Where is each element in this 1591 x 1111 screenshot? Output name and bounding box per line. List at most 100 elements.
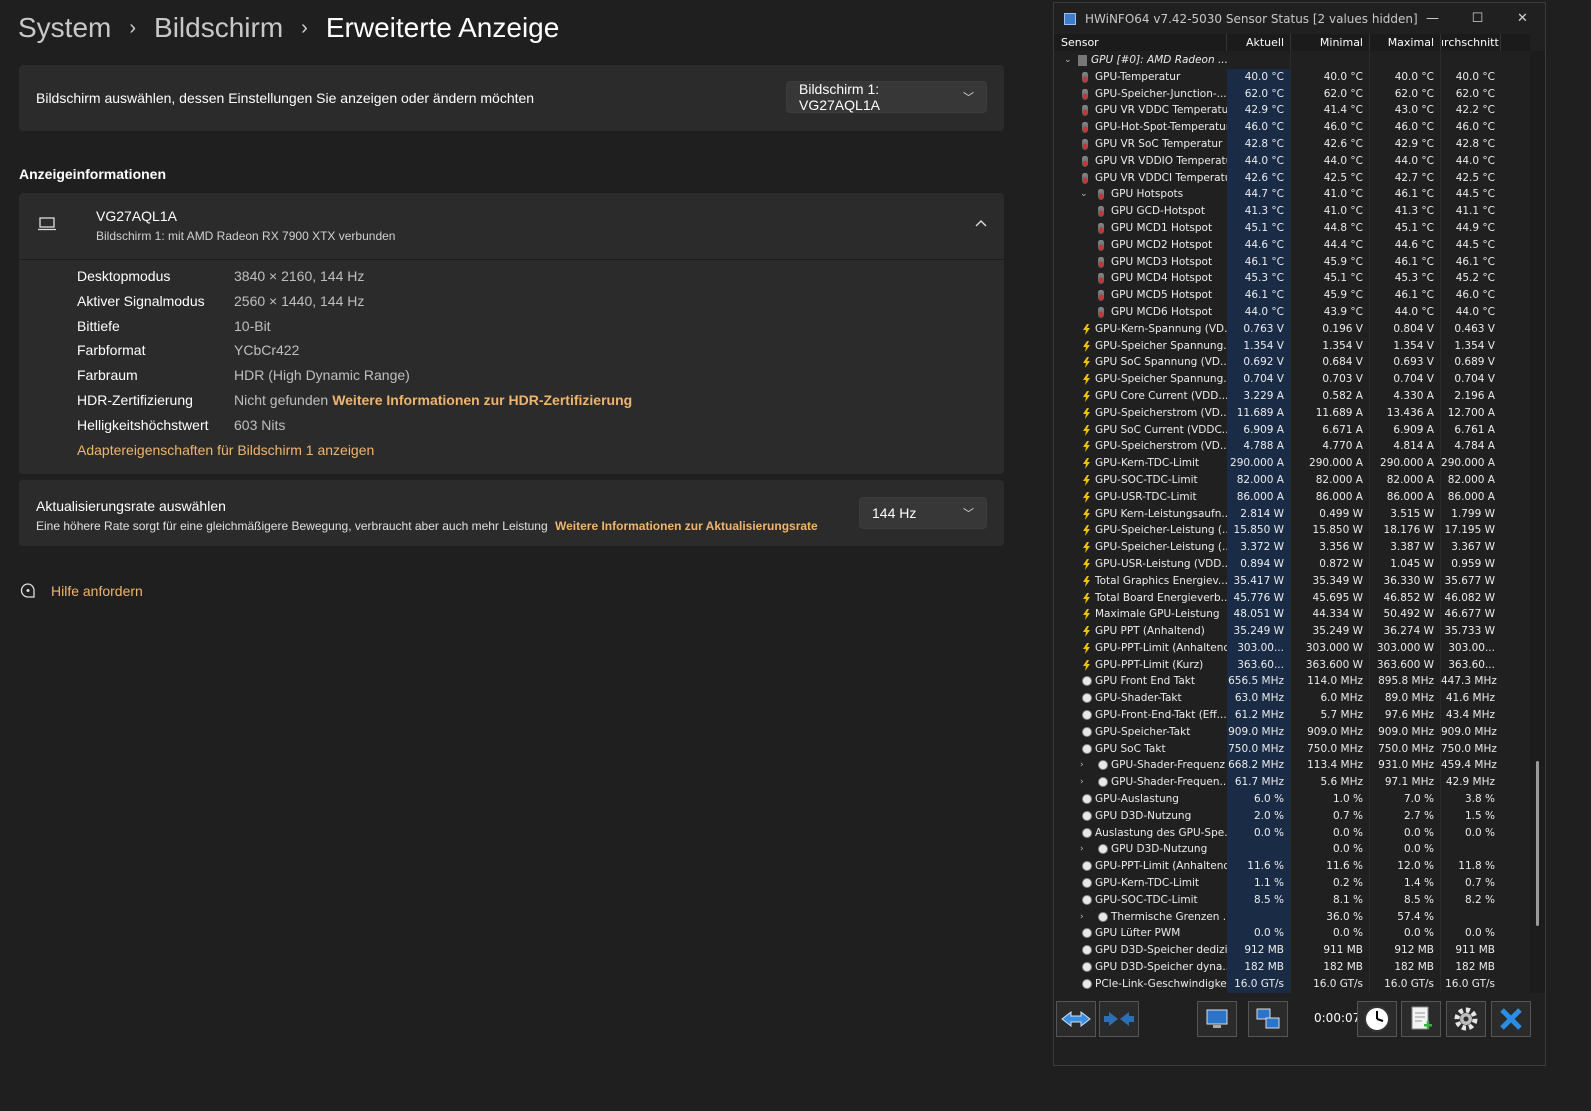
sensor-row[interactable]: › GPU-Shader-Frequen... 61.7 MHz 5.6 MHz 97.… — [1054, 774, 1530, 792]
collapsed-chevron-icon[interactable]: › — [1080, 774, 1084, 791]
adapter-properties-link[interactable]: Adaptereigenschaften für Bildschirm 1 an… — [77, 442, 374, 462]
sensor-row[interactable]: Auslastung des GPU-Spe... 0.0 % 0.0 % 0.0 %… — [1054, 824, 1530, 842]
breadcrumb-system[interactable]: System — [18, 12, 111, 44]
settings-button[interactable] — [1446, 1001, 1486, 1037]
sensor-row[interactable]: Total Graphics Energiev... 35.417 W 35.349… — [1054, 572, 1530, 590]
sensor-row[interactable]: GPU-Front-End-Takt (Eff... 61.2 MHz 5.7 MH… — [1054, 707, 1530, 724]
sensor-row[interactable]: GPU SoC Spannung (VD... 0.692 V 0.684 V 0.6… — [1054, 354, 1530, 372]
expanded-chevron-icon[interactable]: ⌄ — [1064, 52, 1072, 69]
col-max[interactable]: Maximal — [1370, 34, 1441, 51]
breadcrumb: System › Bildschirm › Erweiterte Anzeige — [18, 8, 559, 48]
expand-arrows-button[interactable] — [1056, 1001, 1096, 1037]
sensor-row[interactable]: GPU MCD2 Hotspot 44.6 °C 44.4 °C 44.6 °C 44.… — [1054, 236, 1530, 254]
sensor-row[interactable]: GPU MCD4 Hotspot 45.3 °C 45.1 °C 45.3 °C 45.… — [1054, 270, 1530, 288]
hdr-info-link[interactable]: Weitere Informationen zur HDR-Zertifizie… — [332, 392, 632, 412]
col-min[interactable]: Minimal — [1291, 34, 1370, 51]
sensor-row[interactable]: GPU MCD1 Hotspot 45.1 °C 44.8 °C 45.1 °C 44.… — [1054, 219, 1530, 237]
col-avg[interactable]: ırchschnitt — [1441, 34, 1501, 51]
sensor-name: GPU-SOC-TDC-Limit — [1095, 473, 1198, 486]
sensor-group-row[interactable]: ⌄ GPU [#0]: AMD Radeon ... — [1054, 52, 1530, 69]
sensor-row[interactable]: GPU D3D-Speicher dedizi... 912 MB 911 MB 91… — [1054, 942, 1530, 960]
sensor-row[interactable]: GPU VR VDDC Temperatur 42.9 °C 41.4 °C 43.0… — [1054, 102, 1530, 120]
sensor-row[interactable]: Total Board Energieverb... 45.776 W 45.695… — [1054, 589, 1530, 607]
minimize-icon[interactable]: — — [1410, 3, 1455, 34]
sensor-row[interactable]: GPU-USR-TDC-Limit 86.000 A 86.000 A 86.000 … — [1054, 488, 1530, 506]
sensor-row[interactable]: GPU D3D-Speicher dyna... 182 MB 182 MB 182 … — [1054, 959, 1530, 976]
refresh-rate-dropdown[interactable]: 144 Hz ﹀ — [859, 497, 987, 529]
sensor-row[interactable]: › GPU-Shader-Frequenz 668.2 MHz 113.4 MHz 93… — [1054, 757, 1530, 775]
collapsed-chevron-icon[interactable]: › — [1080, 909, 1084, 926]
min-value: 44.334 W — [1291, 606, 1370, 624]
sensor-row[interactable]: GPU-Speicherstrom (VD... 11.689 A 11.689 A… — [1054, 404, 1530, 422]
sensor-row[interactable]: GPU MCD3 Hotspot 46.1 °C 45.9 °C 46.1 °C 46.… — [1054, 253, 1530, 271]
sensor-row[interactable]: GPU VR SoC Temperatur 42.8 °C 42.6 °C 42.9 … — [1054, 135, 1530, 153]
sensor-row[interactable]: GPU-Speicher-Takt 909.0 MHz 909.0 MHz 909.0… — [1054, 723, 1530, 741]
sensor-row[interactable]: › Thermische Grenzen ... 36.0 % 57.4 % — [1054, 908, 1530, 926]
network-button[interactable] — [1248, 1001, 1288, 1037]
sensor-row[interactable]: GPU-Speicher Spannung... 1.354 V 1.354 V 1.… — [1054, 337, 1530, 355]
sensor-row[interactable]: GPU VR VDDCI Temperatur 42.6 °C 42.5 °C 42.… — [1054, 169, 1530, 187]
scrollbar[interactable] — [1530, 51, 1545, 993]
sensor-row[interactable]: PCIe-Link-Geschwindigkeit 16.0 GT/s 16.0 G… — [1054, 975, 1530, 993]
info-row: Aktiver Signalmodus 2560 × 1440, 144 Hz — [77, 293, 364, 313]
sensor-row[interactable]: GPU SoC Current (VDDC... 6.909 A 6.671 A 6.… — [1054, 421, 1530, 439]
max-value: 4.814 A — [1370, 438, 1441, 456]
sensor-row[interactable]: GPU-Kern-Spannung (VD... 0.763 V 0.196 V 0.… — [1054, 320, 1530, 338]
sensor-row[interactable]: GPU D3D-Nutzung 2.0 % 0.7 % 2.7 % 1.5 % — [1054, 807, 1530, 825]
sensor-row[interactable]: GPU GCD-Hotspot 41.3 °C 41.0 °C 41.3 °C 41.1… — [1054, 203, 1530, 220]
sensor-row[interactable]: GPU MCD5 Hotspot 46.1 °C 45.9 °C 46.1 °C 46.… — [1054, 287, 1530, 304]
sensor-name-cell: GPU-USR-TDC-Limit — [1054, 489, 1227, 506]
help-link[interactable]: Hilfe anfordern — [19, 582, 143, 600]
breadcrumb-bildschirm[interactable]: Bildschirm — [154, 12, 283, 44]
chevron-up-icon[interactable] — [974, 217, 988, 231]
sensor-row[interactable]: GPU-Speicher Spannung... 0.704 V 0.703 V 0.… — [1054, 371, 1530, 388]
close-sensors-button[interactable] — [1491, 1001, 1531, 1037]
sensor-row[interactable]: GPU-Kern-TDC-Limit 1.1 % 0.2 % 1.4 % 0.7 % — [1054, 875, 1530, 892]
expanded-chevron-icon[interactable]: ⌄ — [1080, 186, 1088, 203]
sensor-row[interactable]: GPU-SOC-TDC-Limit 82.000 A 82.000 A 82.000 … — [1054, 471, 1530, 489]
sensor-row[interactable]: GPU Kern-Leistungsaufn... 2.814 W 0.499 W3… — [1054, 505, 1530, 523]
sensor-row[interactable]: GPU-Temperatur 40.0 °C 40.0 °C 40.0 °C 40.0 … — [1054, 68, 1530, 86]
sensor-name: Total Graphics Energiev... — [1095, 574, 1227, 587]
sensor-row[interactable]: GPU-Shader-Takt 63.0 MHz 6.0 MHz 89.0 MHz 41… — [1054, 690, 1530, 708]
log-button[interactable] — [1401, 1001, 1441, 1037]
sensor-row[interactable]: GPU-Hot-Spot-Temperatur 46.0 °C 46.0 °C 46.… — [1054, 119, 1530, 136]
sensor-row[interactable]: GPU Front End Takt 656.5 MHz 114.0 MHz 895.… — [1054, 673, 1530, 691]
sensor-row[interactable]: GPU SoC Takt 750.0 MHz 750.0 MHz 750.0 MHz 7… — [1054, 740, 1530, 758]
reset-clock-button[interactable] — [1357, 1001, 1397, 1037]
sensor-row[interactable]: GPU-Auslastung 6.0 % 1.0 % 7.0 % 3.8 % — [1054, 791, 1530, 808]
sensor-row[interactable]: Maximale GPU-Leistung 48.051 W 44.334 W 50.… — [1054, 606, 1530, 624]
hwinfo-titlebar[interactable]: HWiNFO64 v7.42-5030 Sensor Status [2 val… — [1054, 3, 1545, 34]
sensor-row[interactable]: GPU-PPT-Limit (Anhaltend) 11.6 % 11.6 % 12.… — [1054, 858, 1530, 876]
monitor-select-dropdown[interactable]: Bildschirm 1: VG27AQL1A ﹀ — [786, 81, 987, 113]
display-info-header[interactable]: VG27AQL1A Bildschirm 1: mit AMD Radeon R… — [19, 193, 1004, 260]
sensor-row[interactable]: ⌄ GPU Hotspots 44.7 °C 41.0 °C 46.1 °C 44.5 °… — [1054, 186, 1530, 204]
collapsed-chevron-icon[interactable]: › — [1080, 841, 1084, 858]
sensor-row[interactable]: GPU-Speicherstrom (VD... 4.788 A 4.770 A 4.… — [1054, 438, 1530, 456]
maximize-icon[interactable]: ☐ — [1455, 3, 1500, 34]
sensor-row[interactable]: GPU-Speicher-Junction-... 62.0 °C 62.0 °C 6… — [1054, 85, 1530, 103]
sensor-row[interactable]: GPU-USR-Leistung (VDD... 0.894 W 0.872 W 1.… — [1054, 555, 1530, 573]
sensor-row[interactable]: GPU Core Current (VDD... 3.229 A 0.582 A 4.… — [1054, 387, 1530, 405]
sensor-row[interactable]: GPU-Speicher-Leistung (... 3.372 W 3.356 W… — [1054, 539, 1530, 556]
sensor-row[interactable]: GPU-Kern-TDC-Limit 290.000 A 290.000 A 290.… — [1054, 455, 1530, 472]
scrollbar-thumb[interactable] — [1536, 761, 1539, 926]
sensor-row[interactable]: GPU-Speicher-Leistung (... 15.850 W 15.850… — [1054, 522, 1530, 540]
sensor-row[interactable]: GPU-PPT-Limit (Kurz) 363.60... 363.600 W 36… — [1054, 656, 1530, 674]
sensor-row[interactable]: GPU PPT (Anhaltend) 35.249 W 35.249 W 36.27… — [1054, 623, 1530, 640]
monitor-button[interactable] — [1197, 1001, 1237, 1037]
sensor-row[interactable]: GPU MCD6 Hotspot 44.0 °C 43.9 °C 44.0 °C 44.… — [1054, 303, 1530, 321]
sensor-row[interactable]: GPU-SOC-TDC-Limit 8.5 % 8.1 % 8.5 % 8.2 % — [1054, 891, 1530, 909]
close-icon[interactable]: ✕ — [1500, 3, 1545, 34]
collapsed-chevron-icon[interactable]: › — [1080, 757, 1084, 774]
col-current[interactable]: Aktuell — [1227, 34, 1291, 51]
sensor-row[interactable]: GPU Lüfter PWM 0.0 % 0.0 % 0.0 % 0.0 % — [1054, 925, 1530, 943]
sensor-row[interactable]: GPU-PPT-Limit (Anhaltend) 303.00... 303.00… — [1054, 639, 1530, 657]
refresh-rate-info-link[interactable]: Weitere Informationen zur Aktualisierung… — [555, 519, 818, 533]
col-sensor[interactable]: Sensor — [1054, 34, 1227, 51]
sensor-row[interactable]: GPU VR VDDIO Temperatur 44.0 °C 44.0 °C 44.… — [1054, 152, 1530, 170]
sensor-row[interactable]: › GPU D3D-Nutzung 0.0 % 0.0 % — [1054, 841, 1530, 859]
min-value: 0.7 % — [1291, 807, 1370, 825]
collapse-arrows-button[interactable] — [1099, 1001, 1139, 1037]
avg-value: 909.0 MHz — [1441, 725, 1497, 738]
